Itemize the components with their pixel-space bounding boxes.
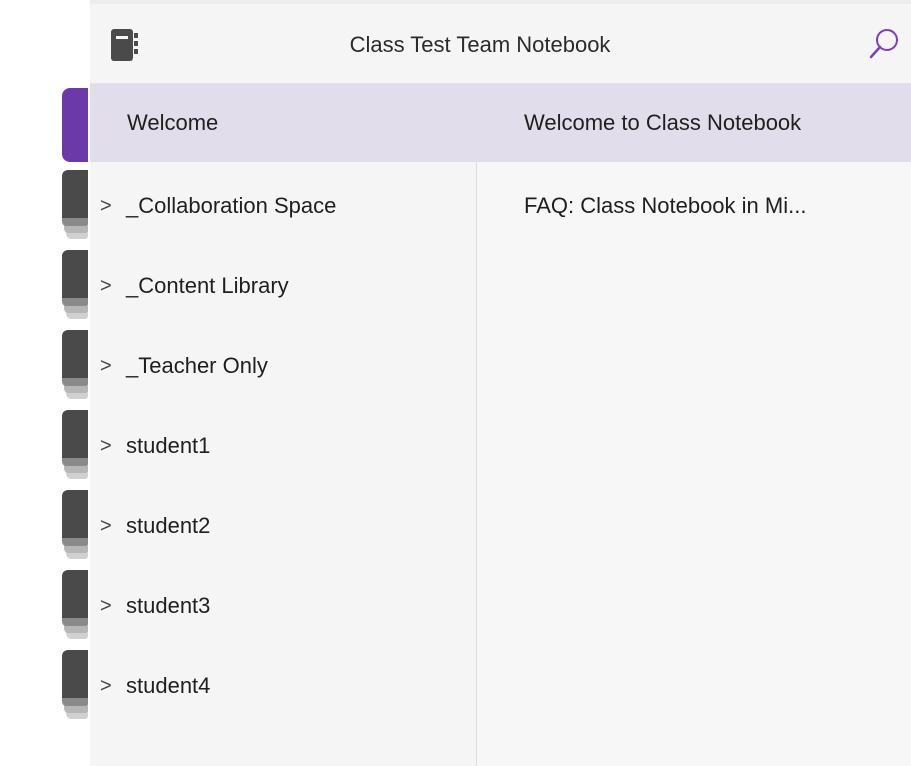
chevron-right-icon[interactable]: > <box>90 515 126 538</box>
section-list: Welcome > _Collaboration Space > _Conten… <box>90 84 477 766</box>
tab-body <box>62 170 88 222</box>
tab-fold <box>66 313 88 319</box>
section-tab-student2[interactable] <box>60 490 88 560</box>
tab-body <box>62 88 88 162</box>
tab-fold <box>66 553 88 559</box>
section-item-collaboration-space[interactable]: > _Collaboration Space <box>90 167 477 245</box>
section-item-student3[interactable]: > student3 <box>90 567 477 645</box>
tab-fold <box>66 393 88 399</box>
chevron-right-icon[interactable]: > <box>90 195 126 218</box>
chevron-right-icon[interactable]: > <box>90 355 126 378</box>
notebook-title: Class Test Team Notebook <box>349 32 611 57</box>
section-item-teacher-only[interactable]: > _Teacher Only <box>90 327 477 405</box>
section-label: student1 <box>126 433 211 458</box>
page-label: Welcome to Class Notebook <box>524 110 802 135</box>
onenote-notebook-panel: Class Test Team Notebook Welcome > _Coll… <box>0 0 911 766</box>
section-tab-student3[interactable] <box>60 570 88 640</box>
tab-body <box>62 490 88 542</box>
tab-fold <box>66 713 88 719</box>
section-item-student1[interactable]: > student1 <box>90 407 477 485</box>
section-tab-student1[interactable] <box>60 410 88 480</box>
tab-body <box>62 650 88 702</box>
tab-body <box>62 570 88 622</box>
section-label: _Collaboration Space <box>126 193 337 218</box>
section-label: student2 <box>126 513 211 538</box>
chevron-right-icon[interactable]: > <box>90 595 126 618</box>
section-tab-collaboration-space[interactable] <box>60 170 88 240</box>
section-label: student3 <box>126 593 211 618</box>
chevron-right-icon[interactable]: > <box>90 435 126 458</box>
page-label: FAQ: Class Notebook in Mi... <box>524 193 807 218</box>
section-tab-welcome[interactable] <box>60 88 88 162</box>
section-tab-content-library[interactable] <box>60 250 88 320</box>
section-label: _Content Library <box>126 273 289 298</box>
chevron-right-icon[interactable]: > <box>90 275 126 298</box>
tab-fold <box>66 633 88 639</box>
section-tab-teacher-only[interactable] <box>60 330 88 400</box>
section-item-welcome[interactable]: Welcome <box>90 84 477 162</box>
section-label: _Teacher Only <box>126 353 268 378</box>
section-item-student4[interactable]: > student4 <box>90 647 477 725</box>
section-item-content-library[interactable]: > _Content Library <box>90 247 477 325</box>
chevron-right-icon[interactable]: > <box>90 675 126 698</box>
search-icon-svg <box>869 29 898 59</box>
tab-fold <box>66 233 88 239</box>
page-item-welcome-to-class-notebook[interactable]: Welcome to Class Notebook <box>477 84 911 162</box>
tab-fold <box>66 473 88 479</box>
section-item-student2[interactable]: > student2 <box>90 487 477 565</box>
page-item-faq[interactable]: FAQ: Class Notebook in Mi... <box>477 167 911 245</box>
tab-body <box>62 330 88 382</box>
page-list: Welcome to Class Notebook FAQ: Class Not… <box>477 84 911 766</box>
section-label: Welcome <box>127 110 219 135</box>
section-tab-student4[interactable] <box>60 650 88 720</box>
section-tab-strip <box>0 0 90 766</box>
search-icon[interactable] <box>866 26 902 62</box>
tab-body <box>62 410 88 462</box>
tab-body <box>62 250 88 302</box>
notebook-header: Class Test Team Notebook <box>90 4 911 84</box>
section-label: student4 <box>126 673 211 698</box>
